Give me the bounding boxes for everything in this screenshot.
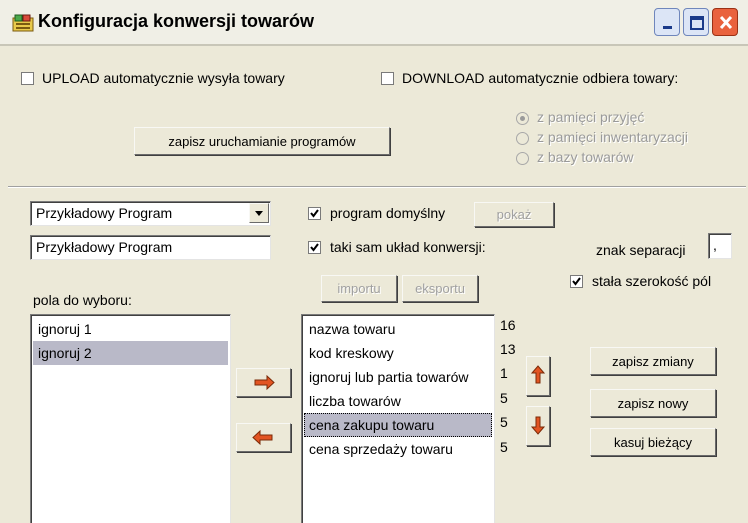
app-icon (12, 14, 34, 32)
list-item[interactable]: kod kreskowy (304, 341, 492, 365)
list-item[interactable]: liczba towarów (304, 389, 492, 413)
field-width-value: 5 (500, 414, 508, 430)
dialog-content: UPLOAD automatycznie wysyła towary DOWNL… (0, 46, 748, 523)
radio-memory-inventory-label: z pamięci inwentaryzacji (537, 129, 688, 145)
close-button[interactable] (712, 8, 738, 36)
checkmark-icon (572, 277, 581, 286)
chevron-down-icon (255, 211, 263, 216)
default-program-checkbox[interactable] (308, 207, 321, 220)
list-item[interactable]: ignoruj 2 (33, 341, 228, 365)
field-width-value: 5 (500, 439, 508, 455)
arrow-right-icon (254, 374, 275, 391)
list-item[interactable]: cena sprzedaży towaru (304, 437, 492, 461)
show-button[interactable]: pokaż (474, 202, 554, 227)
field-width-value: 16 (500, 317, 516, 333)
program-combo-value: Przykładowy Program (36, 205, 173, 221)
window-title: Konfiguracja konwersji towarów (38, 11, 315, 31)
save-changes-button[interactable]: zapisz zmiany (590, 347, 716, 375)
field-width-value: 1 (500, 365, 508, 381)
checkmark-icon (310, 243, 319, 252)
program-combo-dropdown[interactable] (249, 203, 269, 223)
fixed-width-checkbox[interactable] (570, 275, 583, 288)
arrow-left-icon (252, 429, 273, 446)
available-fields-label: pola do wyboru: (33, 292, 132, 308)
minimize-icon (663, 26, 672, 29)
list-item[interactable]: ignoruj lub partia towarów (304, 365, 492, 389)
arrow-down-icon (530, 416, 546, 435)
radio-memory-receipts[interactable] (516, 112, 529, 125)
delete-current-button[interactable]: kasuj bieżący (590, 428, 716, 456)
fixed-width-label: stała szerokość pól (592, 273, 712, 289)
checkmark-icon (310, 209, 319, 218)
main-window: Konfiguracja konwersji towarów UPLOAD au… (0, 0, 748, 523)
list-item[interactable]: cena zakupu towaru (304, 413, 492, 437)
default-program-label: program domyślny (330, 205, 446, 221)
list-item[interactable]: nazwa towaru (304, 317, 492, 341)
minimize-button[interactable] (654, 8, 680, 36)
radio-product-database-label: z bazy towarów (537, 149, 634, 165)
save-new-button[interactable]: zapisz nowy (590, 389, 716, 417)
selected-fields-list[interactable]: nazwa towaru kod kreskowy ignoruj lub pa… (301, 314, 495, 523)
separator-label: znak separacji (596, 242, 686, 258)
field-width-value: 5 (500, 390, 508, 406)
program-name-input[interactable]: Przykładowy Program (30, 235, 271, 260)
move-up-button[interactable] (526, 356, 550, 396)
radio-product-database[interactable] (516, 152, 529, 165)
maximize-icon (690, 16, 704, 30)
available-fields-list[interactable]: ignoruj 1 ignoruj 2 (30, 314, 231, 523)
arrow-up-icon (530, 365, 546, 384)
title-bar[interactable]: Konfiguracja konwersji towarów (0, 0, 748, 46)
program-combo[interactable]: Przykładowy Program (30, 201, 271, 226)
close-icon (719, 15, 733, 30)
add-field-button[interactable] (236, 368, 291, 397)
list-item[interactable]: ignoruj 1 (33, 317, 228, 341)
upload-label: UPLOAD automatycznie wysyła towary (42, 70, 285, 86)
radio-memory-receipts-label: z pamięci przyjęć (537, 109, 645, 125)
radio-memory-inventory[interactable] (516, 132, 529, 145)
download-checkbox[interactable] (381, 72, 394, 85)
separator-input[interactable]: , (708, 233, 732, 259)
maximize-button[interactable] (683, 8, 709, 36)
same-layout-label: taki sam układ konwersji: (330, 239, 486, 255)
upload-checkbox[interactable] (21, 72, 34, 85)
export-button[interactable]: eksportu (402, 275, 478, 302)
import-button[interactable]: importu (321, 275, 397, 302)
remove-field-button[interactable] (236, 423, 291, 452)
section-divider (8, 186, 746, 188)
download-label: DOWNLOAD automatycznie odbiera towary: (402, 70, 679, 86)
move-down-button[interactable] (526, 406, 550, 446)
same-layout-checkbox[interactable] (308, 241, 321, 254)
save-programs-button[interactable]: zapisz uruchamianie programów (134, 127, 390, 155)
field-width-value: 13 (500, 341, 516, 357)
